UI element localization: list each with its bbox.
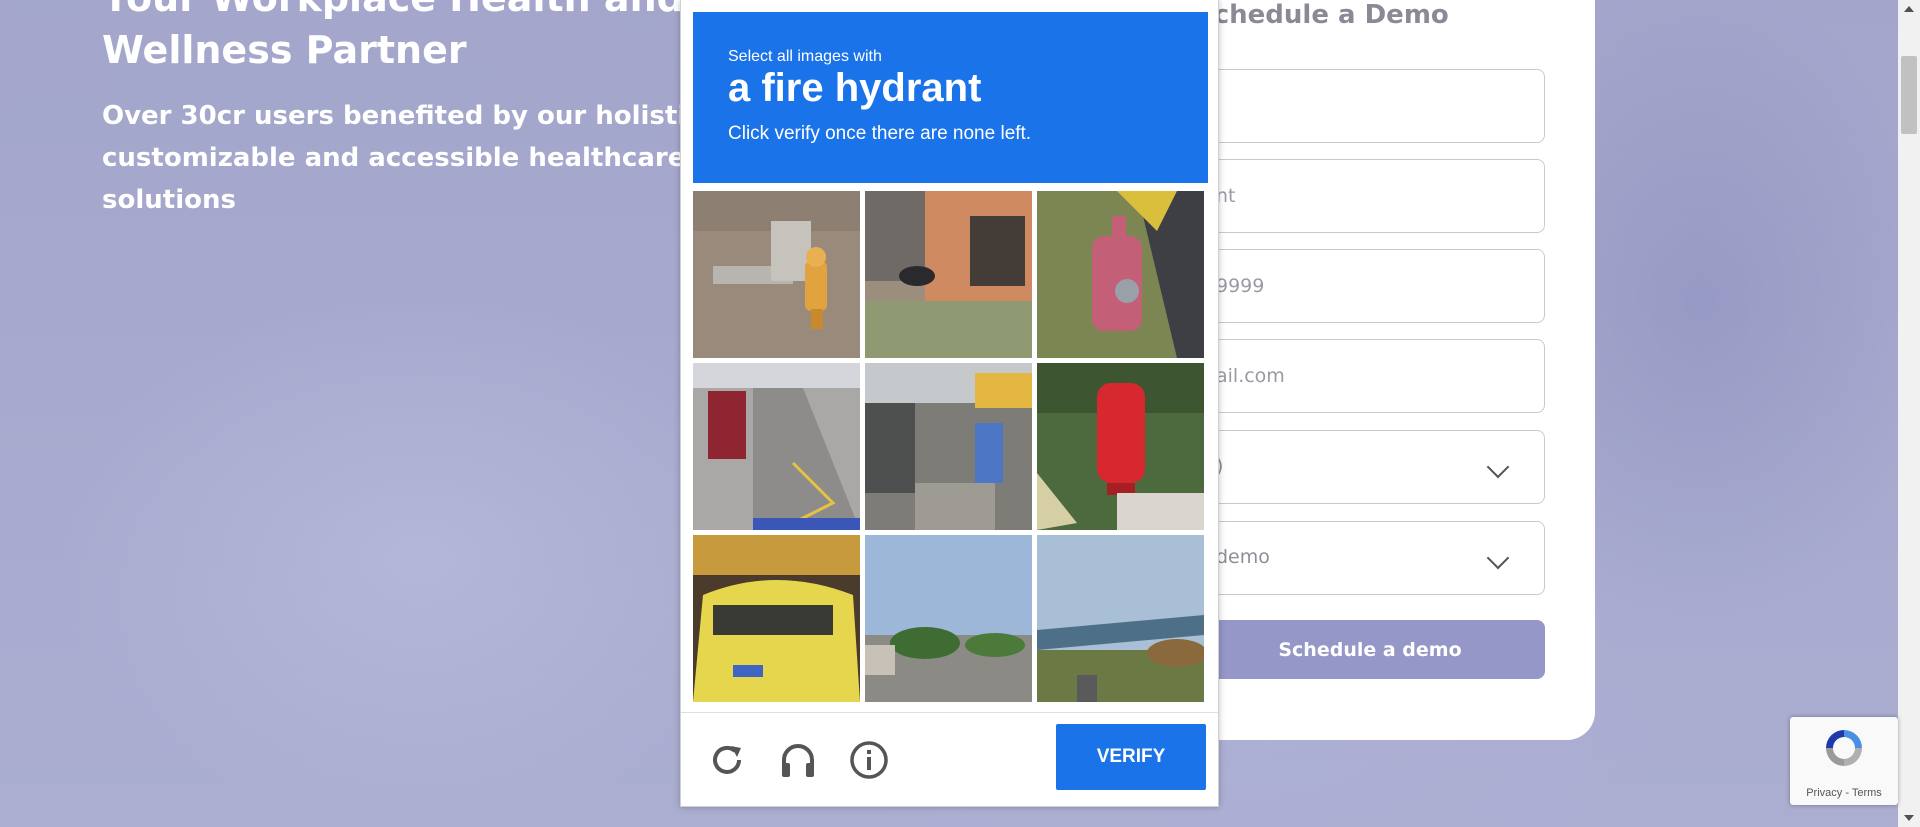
- headphones-icon[interactable]: [776, 738, 820, 782]
- email-input[interactable]: [1196, 340, 1544, 412]
- captcha-hint: Click verify once there are none left.: [728, 123, 1032, 144]
- hero-subtitle: Over 30cr users benefited by our holisti…: [102, 101, 712, 215]
- employee-count-select[interactable]: ): [1195, 430, 1545, 504]
- hero-title: Your Workplace Health and Wellness Partn…: [102, 0, 684, 72]
- captcha-challenge-dialog: Select all images with a fire hydrant Cl…: [680, 0, 1219, 807]
- captcha-prompt-header: Select all images with a fire hydrant Cl…: [693, 12, 1208, 183]
- captcha-tile-2[interactable]: [865, 191, 1032, 358]
- captcha-target-object: a fire hydrant: [728, 66, 982, 110]
- tile-image-taxi: [693, 535, 860, 702]
- captcha-tile-8[interactable]: [865, 535, 1032, 702]
- name-field[interactable]: [1195, 69, 1545, 143]
- scroll-up-arrow-icon[interactable]: [1904, 6, 1914, 12]
- tile-image-red-hydrant: [1037, 363, 1204, 530]
- captcha-footer-divider: [681, 712, 1218, 713]
- captcha-tile-3[interactable]: [1037, 191, 1204, 358]
- captcha-tile-4[interactable]: [693, 363, 860, 530]
- company-input[interactable]: [1196, 160, 1544, 232]
- scroll-down-arrow-icon[interactable]: [1904, 815, 1914, 821]
- tile-image-bus-stop-street: [693, 363, 860, 530]
- scroll-thumb[interactable]: [1901, 56, 1917, 134]
- captcha-tile-9[interactable]: [1037, 535, 1204, 702]
- tile-image-hydrant-gravel: [693, 191, 860, 358]
- captcha-tile-5[interactable]: [865, 363, 1032, 530]
- captcha-tile-7[interactable]: [693, 535, 860, 702]
- tile-image-town-road: [865, 535, 1032, 702]
- recaptcha-privacy-terms-link[interactable]: Privacy - Terms: [1790, 787, 1898, 799]
- tile-image-pink-hydrant: [1037, 191, 1204, 358]
- chevron-down-icon: [1486, 546, 1510, 570]
- page-scrollbar[interactable]: [1898, 0, 1920, 827]
- phone-input[interactable]: [1196, 250, 1544, 322]
- tile-image-overpass: [1037, 535, 1204, 702]
- demo-form-title: Schedule a Demo: [1195, 0, 1449, 30]
- demo-type-value: demo: [1216, 546, 1270, 568]
- recaptcha-logo-icon: [1826, 730, 1862, 766]
- email-field[interactable]: [1195, 339, 1545, 413]
- chevron-down-icon: [1486, 455, 1510, 479]
- schedule-demo-button[interactable]: Schedule a demo: [1195, 620, 1545, 679]
- recaptcha-badge[interactable]: Privacy - Terms: [1790, 717, 1898, 805]
- captcha-tile-6[interactable]: [1037, 363, 1204, 530]
- tile-image-market-street: [865, 363, 1032, 530]
- company-field[interactable]: [1195, 159, 1545, 233]
- name-input[interactable]: [1196, 70, 1544, 142]
- verify-button[interactable]: VERIFY: [1056, 724, 1206, 790]
- captcha-instruction: Select all images with: [728, 48, 882, 65]
- demo-type-select[interactable]: demo: [1195, 521, 1545, 595]
- tile-image-shop-front: [865, 191, 1032, 358]
- phone-field[interactable]: [1195, 249, 1545, 323]
- reload-icon[interactable]: [705, 738, 749, 782]
- info-icon[interactable]: [847, 738, 891, 782]
- captcha-tile-1[interactable]: [693, 191, 860, 358]
